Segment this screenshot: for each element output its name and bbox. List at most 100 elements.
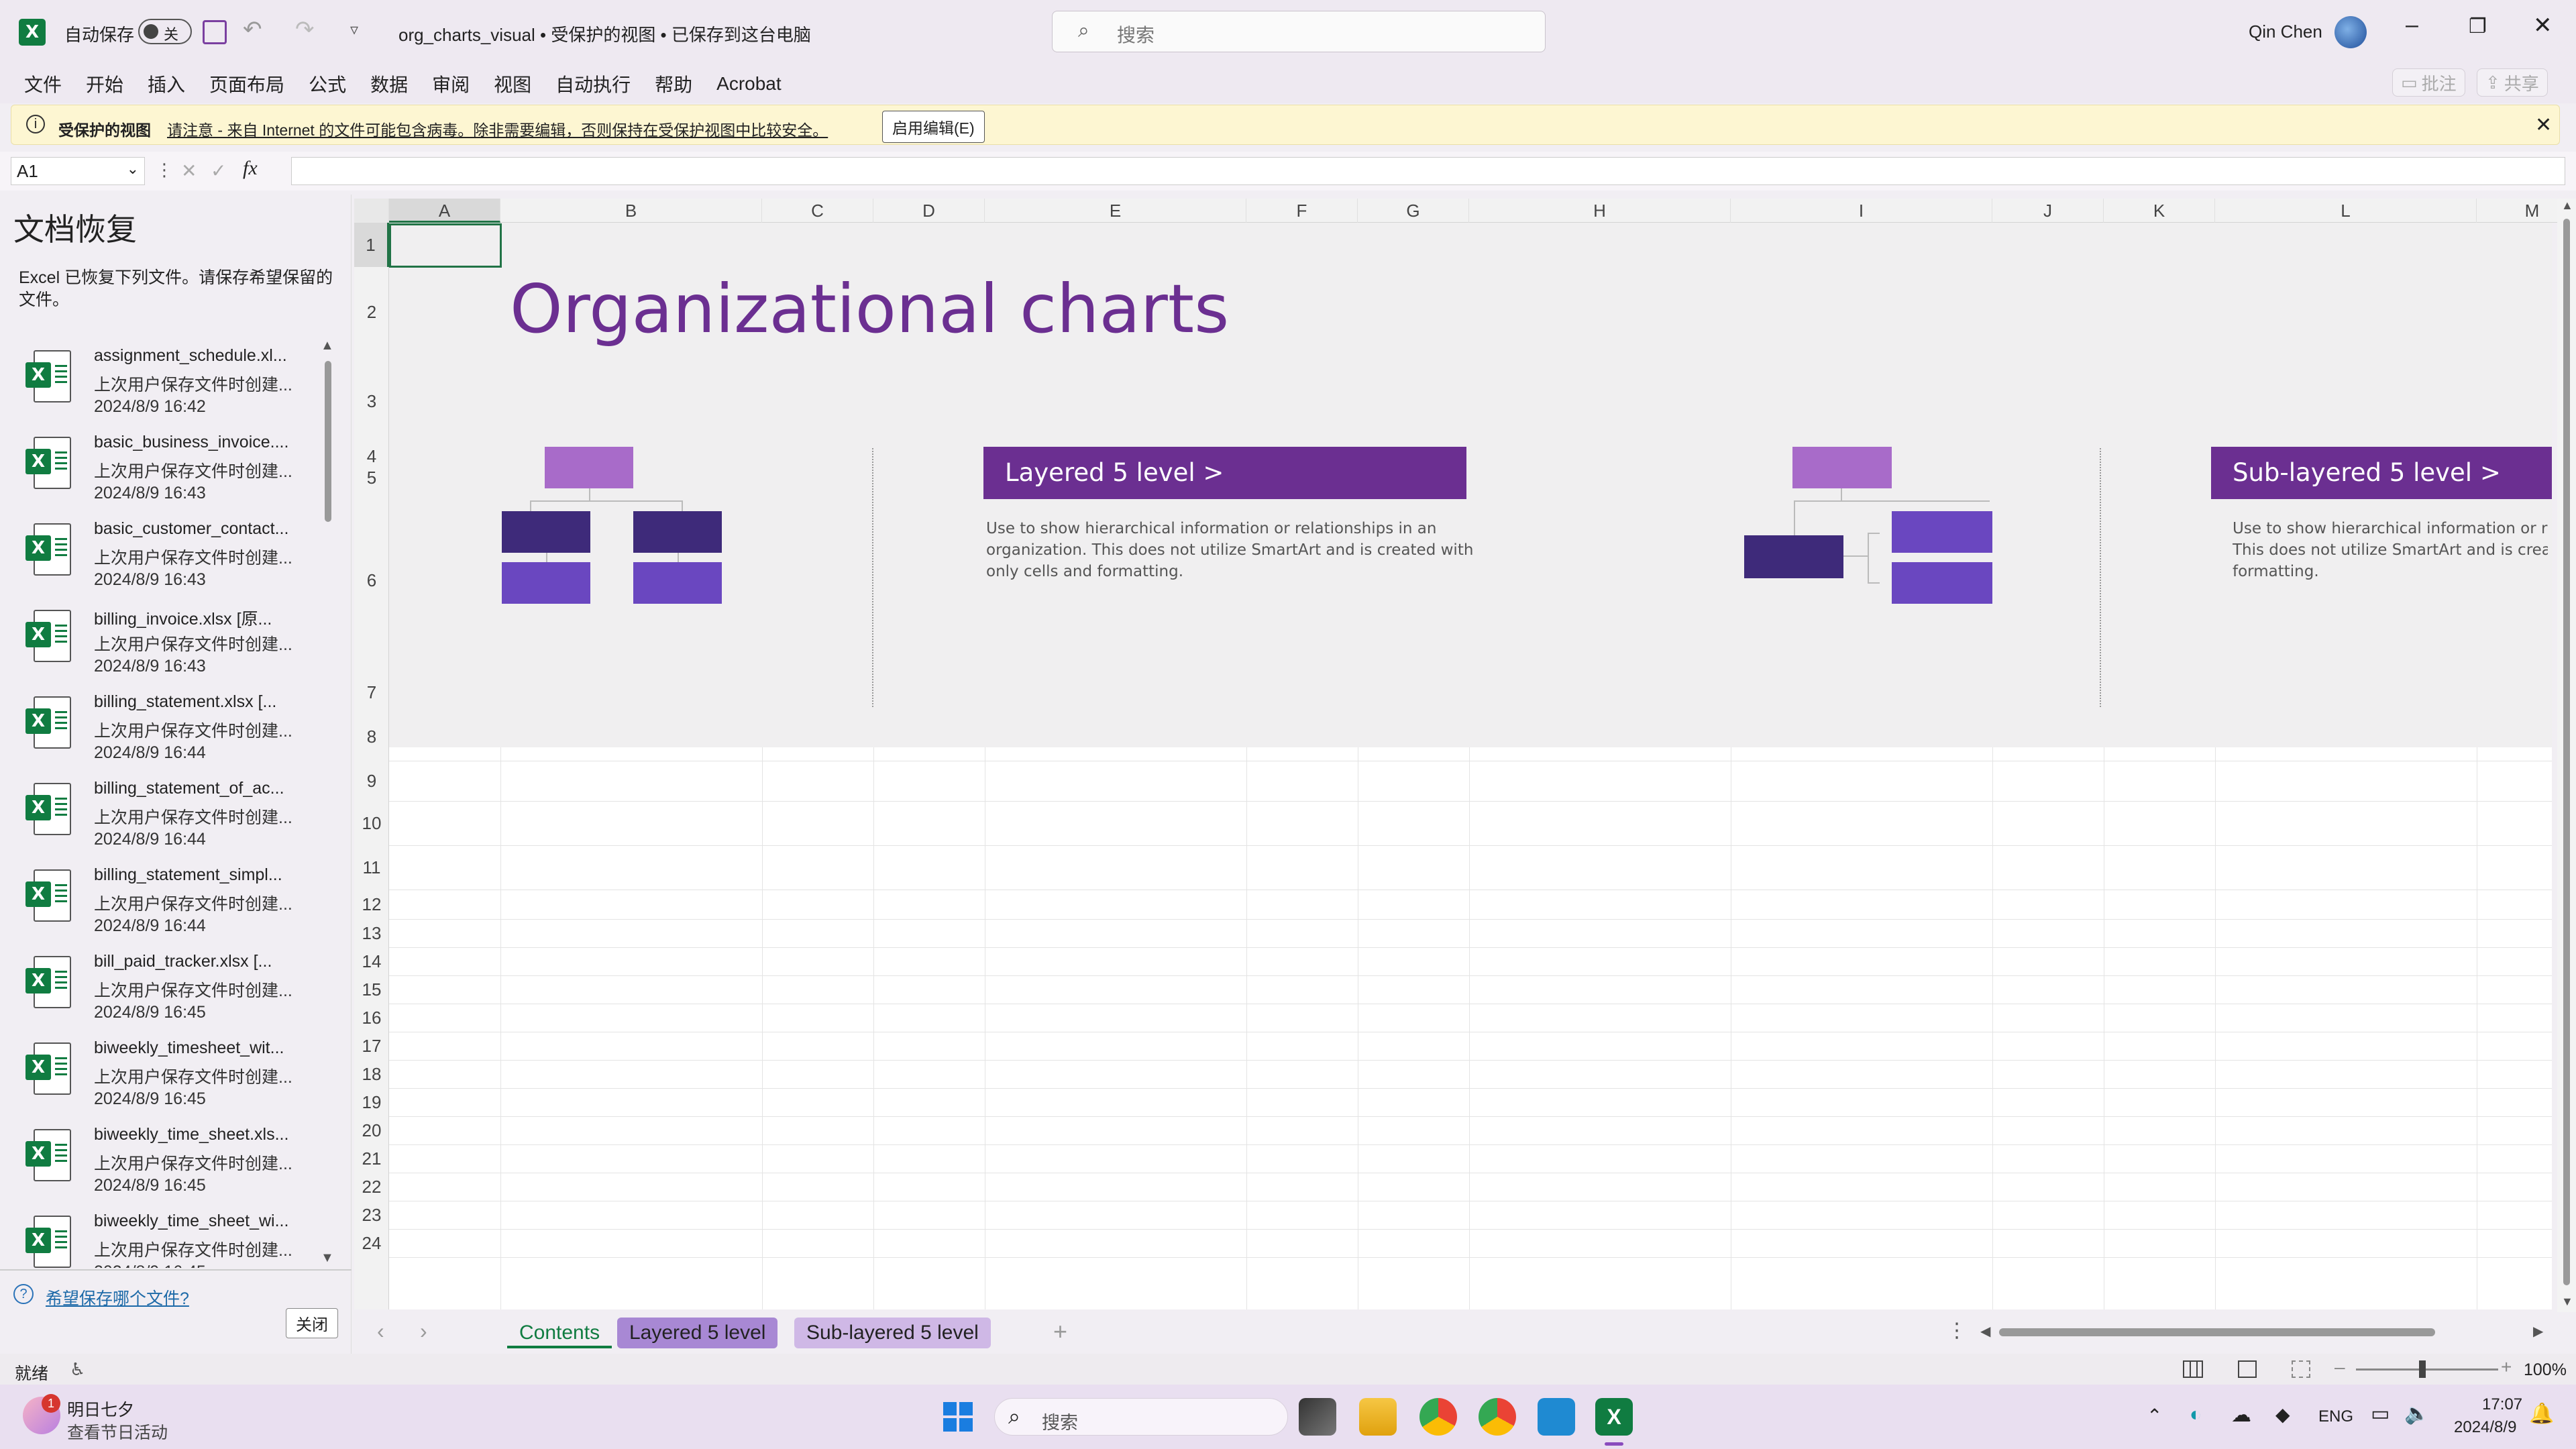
menu-item-3[interactable]: 页面布局 bbox=[209, 70, 284, 97]
row-header-13[interactable]: 13 bbox=[354, 919, 389, 947]
language-indicator[interactable]: ENG bbox=[2318, 1407, 2353, 1426]
recovered-file-item[interactable]: Xassignment_schedule.xl... 上次用户保存文件时创建...… bbox=[0, 342, 322, 428]
user-name[interactable]: Qin Chen bbox=[2249, 21, 2322, 42]
recovered-file-item[interactable]: Xbasic_business_invoice.... 上次用户保存文件时创建..… bbox=[0, 429, 322, 515]
menu-item-6[interactable]: 审阅 bbox=[432, 70, 470, 97]
clock-date[interactable]: 2024/8/9 bbox=[2454, 1418, 2516, 1437]
formula-input[interactable] bbox=[291, 157, 2565, 185]
avatar[interactable] bbox=[2334, 16, 2367, 48]
row-header-5[interactable]: 5 bbox=[354, 467, 389, 488]
row-header-6[interactable]: 6 bbox=[354, 488, 389, 672]
insert-function-icon[interactable]: fx bbox=[243, 157, 258, 180]
row-header-2[interactable]: 2 bbox=[354, 267, 389, 357]
row-header-7[interactable]: 7 bbox=[354, 672, 389, 712]
enable-editing-button[interactable]: 启用编辑(E) bbox=[882, 111, 985, 143]
search-box[interactable]: ⌕ 搜索 bbox=[1052, 11, 1546, 52]
recovered-file-item[interactable]: Xbilling_statement_simpl... 上次用户保存文件时创建..… bbox=[0, 861, 322, 947]
vscroll-thumb[interactable] bbox=[2563, 219, 2570, 1285]
row-header-22[interactable]: 22 bbox=[354, 1173, 389, 1201]
column-header-C[interactable]: C bbox=[762, 199, 873, 223]
widget-subtitle[interactable]: 查看节日活动 bbox=[67, 1419, 168, 1444]
menu-item-4[interactable]: 公式 bbox=[309, 70, 346, 97]
pane-scrollbar-thumb[interactable] bbox=[325, 361, 331, 522]
column-header-G[interactable]: G bbox=[1358, 199, 1469, 223]
column-header-E[interactable]: E bbox=[985, 199, 1246, 223]
row-header-21[interactable]: 21 bbox=[354, 1144, 389, 1173]
column-header-I[interactable]: I bbox=[1731, 199, 1992, 223]
hscroll-left-icon[interactable]: ◀ bbox=[1980, 1323, 1990, 1340]
menu-item-0[interactable]: 文件 bbox=[24, 70, 62, 97]
comments-button[interactable]: ▭ 批注 bbox=[2392, 68, 2465, 97]
recovered-file-item[interactable]: Xbasic_customer_contact... 上次用户保存文件时创建...… bbox=[0, 515, 322, 601]
which-file-link[interactable]: 希望保存哪个文件? bbox=[46, 1285, 189, 1309]
row-header-15[interactable]: 15 bbox=[354, 975, 389, 1004]
row-header-20[interactable]: 20 bbox=[354, 1116, 389, 1144]
row-header-3[interactable]: 3 bbox=[354, 357, 389, 445]
sub-layered-5-level-link[interactable]: Sub-layered 5 level > bbox=[2211, 447, 2552, 499]
scroll-down-icon[interactable]: ▼ bbox=[2561, 1295, 2573, 1309]
layered-5-level-link[interactable]: Layered 5 level > bbox=[983, 447, 1466, 499]
taskbar-search-box[interactable]: ⌕ 搜索 bbox=[994, 1398, 1288, 1436]
protected-view-message[interactable]: 请注意 - 来自 Internet 的文件可能包含病毒。除非需要编辑，否则保持在… bbox=[167, 117, 828, 140]
row-header-9[interactable]: 9 bbox=[354, 761, 389, 801]
menu-item-10[interactable]: Acrobat bbox=[716, 73, 782, 95]
tab-layered-5-level[interactable]: Layered 5 level bbox=[617, 1318, 778, 1348]
windows-start-icon[interactable] bbox=[942, 1401, 974, 1433]
restore-icon[interactable]: ❐ bbox=[2469, 15, 2487, 38]
recovered-file-item[interactable]: Xbilling_statement_of_ac... 上次用户保存文件时创建..… bbox=[0, 775, 322, 861]
row-header-10[interactable]: 10 bbox=[354, 801, 389, 845]
name-box[interactable]: A1 ⌄ bbox=[11, 157, 145, 185]
accessibility-icon[interactable]: ♿ bbox=[70, 1359, 85, 1380]
row-header-11[interactable]: 11 bbox=[354, 845, 389, 890]
close-window-icon[interactable]: ✕ bbox=[2533, 12, 2553, 39]
recovered-file-item[interactable]: Xbill_paid_tracker.xlsx [... 上次用户保存文件时创建.… bbox=[0, 948, 322, 1034]
select-all-corner[interactable] bbox=[354, 199, 389, 223]
tray-app-icon[interactable]: ◆ bbox=[2275, 1403, 2290, 1426]
widget-title[interactable]: 明日七夕 bbox=[67, 1397, 134, 1421]
zoom-slider-thumb[interactable] bbox=[2419, 1360, 2426, 1378]
chrome-profile-icon[interactable] bbox=[1479, 1398, 1516, 1436]
menu-item-2[interactable]: 插入 bbox=[148, 70, 185, 97]
next-sheet-icon[interactable]: › bbox=[420, 1319, 427, 1344]
hscroll-thumb[interactable] bbox=[1999, 1328, 2435, 1336]
recovered-file-item[interactable]: Xbiweekly_time_sheet_wi... 上次用户保存文件时创建...… bbox=[0, 1208, 322, 1268]
tab-contents[interactable]: Contents bbox=[507, 1318, 612, 1348]
vertical-scrollbar[interactable]: ▲ ▼ bbox=[2557, 199, 2576, 1315]
column-header-F[interactable]: F bbox=[1246, 199, 1358, 223]
close-bar-icon[interactable]: ✕ bbox=[2535, 113, 2552, 137]
recovered-file-item[interactable]: Xbilling_statement.xlsx [... 上次用户保存文件时创建.… bbox=[0, 688, 322, 774]
chrome-icon[interactable] bbox=[1419, 1398, 1457, 1436]
row-header-4[interactable]: 4 bbox=[354, 445, 389, 467]
recovered-file-item[interactable]: Xbiweekly_time_sheet.xls... 上次用户保存文件时创建..… bbox=[0, 1121, 322, 1207]
customize-toolbar-icon[interactable]: ▿ bbox=[350, 20, 358, 40]
clock-time[interactable]: 17:07 bbox=[2482, 1395, 2522, 1414]
zoom-level[interactable]: 100% bbox=[2524, 1360, 2567, 1380]
row-header-16[interactable]: 16 bbox=[354, 1004, 389, 1032]
menu-item-1[interactable]: 开始 bbox=[86, 70, 123, 97]
tab-sub-layered-5-level[interactable]: Sub-layered 5 level bbox=[794, 1318, 991, 1348]
onedrive-icon[interactable]: ☁ bbox=[2231, 1403, 2251, 1427]
excel-taskbar-icon[interactable]: X bbox=[1595, 1398, 1633, 1436]
row-header-17[interactable]: 17 bbox=[354, 1032, 389, 1060]
share-button[interactable]: ⇪ 共享 bbox=[2477, 68, 2548, 97]
vscode-icon[interactable] bbox=[1538, 1398, 1575, 1436]
add-sheet-icon[interactable]: + bbox=[1053, 1318, 1067, 1346]
recovered-file-item[interactable]: Xbiweekly_timesheet_wit... 上次用户保存文件时创建...… bbox=[0, 1034, 322, 1120]
tab-options-icon[interactable]: ⋮ bbox=[1947, 1319, 1967, 1342]
row-header-18[interactable]: 18 bbox=[354, 1060, 389, 1088]
notification-bell-icon[interactable]: 🔔 bbox=[2529, 1402, 2554, 1426]
edge-tray-icon[interactable]: ◐ bbox=[2190, 1403, 2202, 1426]
menu-item-7[interactable]: 视图 bbox=[494, 70, 531, 97]
column-header-J[interactable]: J bbox=[1992, 199, 2104, 223]
save-icon[interactable] bbox=[203, 20, 227, 44]
page-layout-view-icon[interactable] bbox=[2238, 1360, 2257, 1378]
menu-item-9[interactable]: 帮助 bbox=[655, 70, 692, 97]
page-break-view-icon[interactable] bbox=[2292, 1360, 2310, 1378]
volume-icon[interactable]: 🔈 bbox=[2404, 1402, 2429, 1426]
hscroll-right-icon[interactable]: ▶ bbox=[2533, 1323, 2543, 1340]
recovered-file-item[interactable]: Xbilling_invoice.xlsx [原... 上次用户保存文件时创建..… bbox=[0, 602, 322, 688]
file-explorer-icon[interactable] bbox=[1359, 1398, 1397, 1436]
row-header-12[interactable]: 12 bbox=[354, 890, 389, 919]
document-title[interactable]: org_charts_visual • 受保护的视图 • 已保存到这台电脑 bbox=[398, 21, 811, 46]
tray-overflow-icon[interactable]: ⌃ bbox=[2147, 1405, 2162, 1427]
